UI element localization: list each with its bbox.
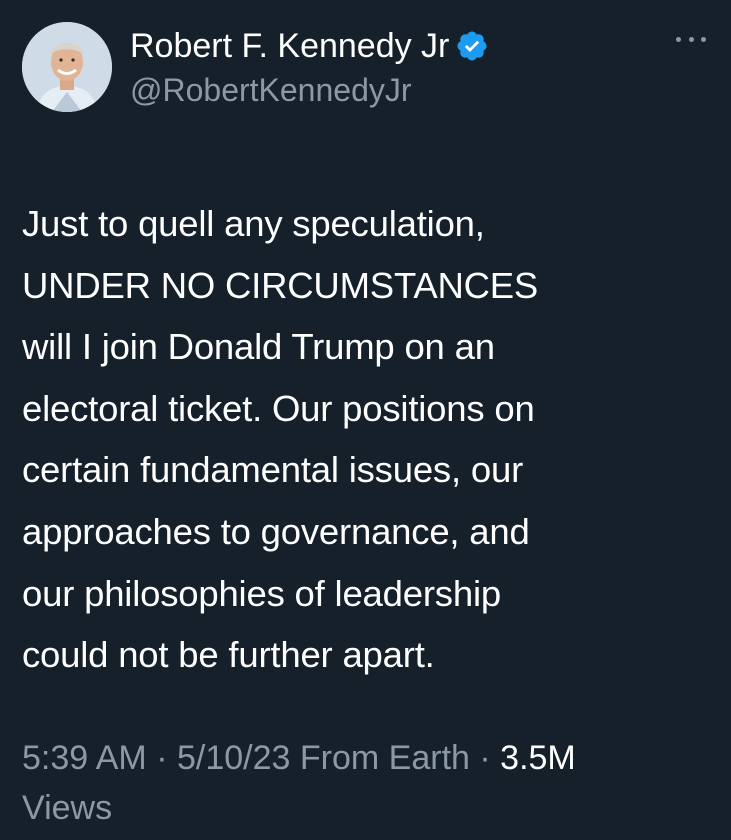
tweet-time[interactable]: 5:39 AM — [22, 739, 147, 777]
display-name-row: Robert F. Kennedy Jr — [130, 24, 489, 68]
user-handle[interactable]: @RobertKennedyJr — [130, 68, 489, 112]
user-names: Robert F. Kennedy Jr @RobertKennedyJr — [130, 24, 489, 112]
views-label[interactable]: Views — [22, 789, 112, 827]
tweet-text-line: certain fundamental issues, our — [22, 449, 524, 491]
tweet-text-line: UNDER NO CIRCUMSTANCES — [22, 264, 539, 306]
verified-badge-icon[interactable] — [455, 29, 489, 63]
meta-separator: · — [479, 739, 491, 777]
tweet-text-line: electoral ticket. Our positions on — [22, 387, 535, 429]
tweet-text-line: our philosophies of leadership — [22, 572, 501, 614]
tweet-text-line: approaches to governance, and — [22, 510, 530, 552]
more-dot — [701, 36, 706, 42]
tweet-text-line: could not be further apart. — [22, 634, 435, 676]
display-name[interactable]: Robert F. Kennedy Jr — [130, 24, 449, 68]
tweet-header: Robert F. Kennedy Jr @RobertKennedyJr — [22, 22, 712, 114]
more-dot — [676, 36, 681, 42]
tweet-text-line: Just to quell any speculation, — [22, 203, 485, 244]
tweet-text-line: will I join Donald Trump on an — [22, 326, 495, 368]
avatar[interactable] — [22, 22, 112, 112]
views-count[interactable]: 3.5M — [500, 739, 576, 777]
tweet-date[interactable]: 5/10/23 — [177, 739, 290, 777]
tweet-source: From Earth — [299, 739, 470, 777]
tweet-meta: 5:39 AM · 5/10/23 From Earth · 3.5M View… — [22, 733, 712, 833]
tweet-text: Just to quell any speculation, UNDER NO … — [22, 193, 712, 686]
more-dot — [688, 36, 694, 42]
meta-separator: · — [156, 739, 168, 777]
more-horizontal-icon[interactable] — [676, 32, 706, 46]
